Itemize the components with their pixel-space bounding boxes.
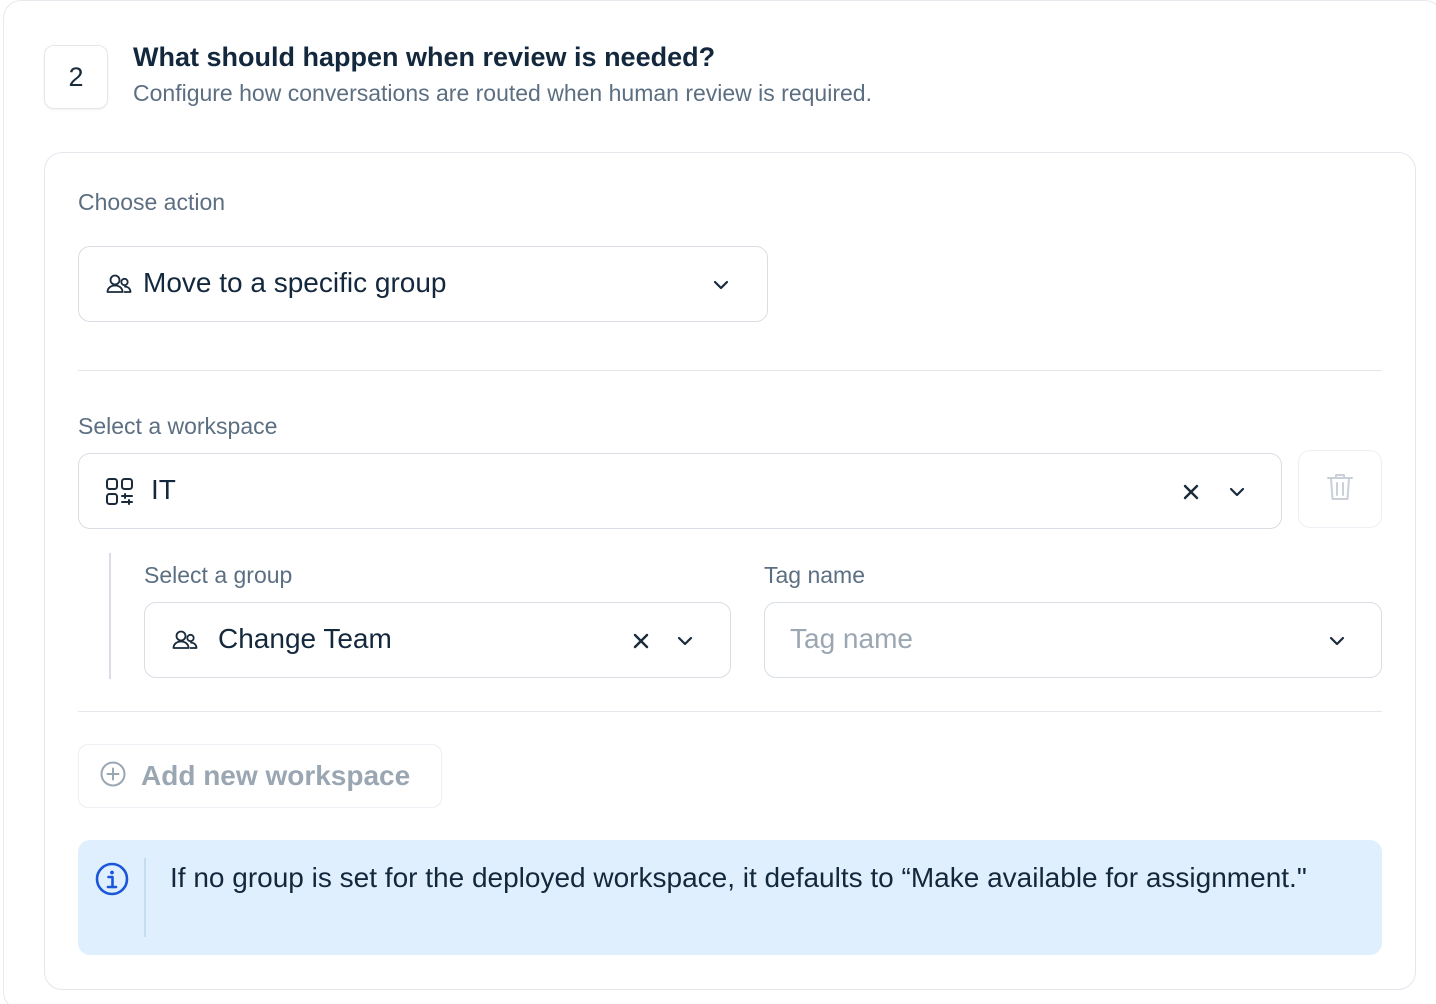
select-workspace-label: Select a workspace [78,413,278,439]
section-title: What should happen when review is needed… [133,42,716,72]
add-new-workspace-button[interactable]: Add new workspace [78,744,442,808]
select-group-label: Select a group [144,562,293,588]
chevron-down-icon[interactable] [1225,480,1249,504]
divider [78,711,1382,712]
chevron-down-icon[interactable] [673,629,697,653]
info-divider [144,858,146,937]
workspace-grid-icon [105,477,135,507]
step-number-badge: 2 [44,45,108,109]
group-value: Change Team [218,623,392,654]
divider [78,370,1382,371]
tag-name-select[interactable]: Tag name [764,602,1382,678]
clear-icon[interactable] [1179,480,1203,504]
workspace-select[interactable]: IT [78,453,1282,529]
group-select[interactable]: Change Team [144,602,731,678]
workspace-value: IT [151,474,176,505]
info-message: If no group is set for the deployed work… [170,862,1307,893]
group-icon [171,628,199,652]
choose-action-label: Choose action [78,189,226,215]
chevron-down-icon[interactable] [709,273,733,297]
tag-name-label: Tag name [764,562,866,588]
delete-workspace-button[interactable] [1298,450,1382,528]
group-icon [105,272,133,296]
trash-icon [1326,472,1354,507]
nesting-line [109,553,111,679]
add-new-workspace-label: Add new workspace [141,760,411,791]
plus-circle-icon [99,760,127,793]
choose-action-select[interactable]: Move to a specific group [78,246,768,322]
chevron-down-icon[interactable] [1325,629,1349,653]
section-subtitle: Configure how conversations are routed w… [133,80,872,106]
choose-action-value: Move to a specific group [143,267,447,298]
info-banner: If no group is set for the deployed work… [78,840,1382,955]
tag-name-placeholder: Tag name [790,623,913,654]
clear-icon[interactable] [629,629,653,653]
info-icon [95,862,129,901]
step-number: 2 [68,61,84,92]
